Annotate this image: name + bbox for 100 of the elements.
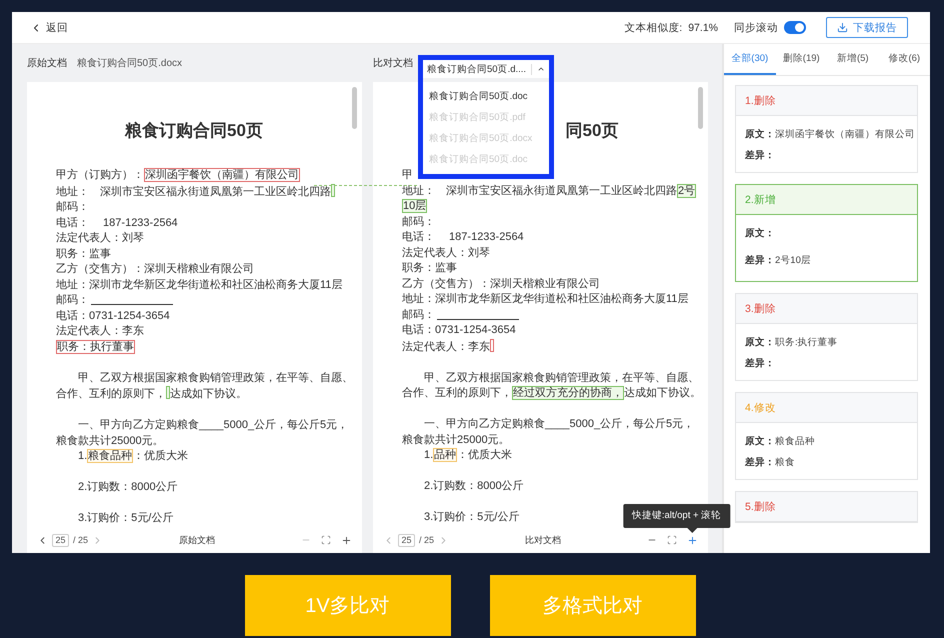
document-text: 地址：深圳市龙华新区龙华街道松和社区油松商务大厦11层: [402, 293, 688, 305]
fit-page-button[interactable]: [321, 535, 331, 545]
original-text: 深圳函宇餐饮（南疆）有限公司: [775, 128, 915, 141]
plus-icon: [341, 534, 352, 546]
tooltip-text: 快捷键:alt/opt + 滚轮: [622, 504, 730, 528]
diff-title: 2.新增: [745, 192, 776, 206]
document-text: 合作、互利的原则下，: [402, 387, 512, 399]
document-text: 3.订购价：5元/公斤: [424, 511, 520, 523]
file-name: 粮食订购合同50页.docx: [77, 56, 182, 70]
scrollbar[interactable]: [698, 87, 703, 129]
filter-tab[interactable]: 全部(30): [724, 44, 776, 75]
original-label: 原文：: [745, 435, 775, 448]
document-text: 粮食款共计25000元。: [402, 434, 510, 446]
document-text: 邮码：: [56, 201, 89, 213]
filter-tab[interactable]: 删除(19): [776, 44, 827, 75]
similarity-value: 97.1%: [688, 22, 718, 34]
added-text: 经过双方充分的协商，: [512, 386, 624, 400]
page-field[interactable]: 25: [52, 534, 69, 546]
dropdown-value: 粮食订购合同50页.d....: [427, 62, 526, 76]
original-label: 原文：: [745, 336, 775, 349]
pane-name: 比对文档: [524, 534, 562, 546]
difference-label: 差异：: [745, 254, 775, 267]
filter-tab[interactable]: 新增(5): [827, 44, 878, 75]
sync-label: 同步滚动: [734, 20, 778, 34]
original-text: 粮食品种: [775, 435, 815, 448]
diff-title: 3.删除: [745, 302, 776, 316]
difference-label: 差异：: [745, 456, 775, 469]
document-text: 3.订购价：5元/公斤: [78, 512, 174, 524]
document-text: 职务：监事: [402, 262, 457, 274]
changed-text: 品种: [433, 448, 458, 462]
fit-icon: [321, 535, 331, 545]
difference-text: 粮食: [775, 456, 795, 469]
difference-label: 差异：: [745, 149, 775, 162]
document-text: 电话： 187-1233-2564: [56, 216, 178, 228]
difference-label: 差异：: [745, 357, 775, 370]
document-text: 电话： 187-1233-2564: [402, 231, 524, 243]
zoom-in-button[interactable]: [341, 534, 352, 546]
original-label: 原文：: [745, 128, 775, 141]
document-text: 一、甲方向乙方定购粮食____5000_公斤，每公斤5元，: [424, 418, 694, 430]
page-total: / 25: [419, 535, 434, 545]
page-field[interactable]: 25: [398, 534, 415, 546]
similarity-label: 文本相似度:: [624, 20, 682, 34]
document-text: 法定代表人：李东: [56, 325, 144, 337]
document-text: 电话：0731-1254-3654: [402, 324, 516, 336]
plus-icon: [687, 534, 698, 546]
diff-card[interactable]: 3.删除 原文：职务:执行董事 差异：: [735, 293, 918, 381]
diff-card[interactable]: 4.修改 原文：粮食品种 差异：粮食: [735, 392, 918, 480]
dropdown-option[interactable]: 粮食订购合同50页.doc: [423, 86, 549, 107]
tooltip-arrow-icon: [688, 528, 698, 532]
diff-card[interactable]: 1.删除 原文：深圳函宇餐饮（南疆）有限公司 差异：: [735, 85, 918, 173]
document-text: 邮码：: [402, 308, 435, 320]
document-title: 粮食订购合同50页: [125, 121, 263, 140]
document-text: 一、甲方向乙方定购粮食____5000_公斤，每公斤5元，: [78, 419, 348, 431]
deleted-text: 深圳函宇餐饮（南疆）有限公司: [144, 168, 300, 182]
pane-label: 比对文档: [373, 56, 413, 70]
document-text: 邮码：: [402, 216, 435, 228]
document-text: 甲、乙双方根据国家粮食购销管理政策，在平等、自愿、: [424, 372, 699, 384]
document-text: 合作、互利的原则下，: [56, 388, 166, 400]
diff-card[interactable]: 2.新增 原文： 差异：2号10层: [735, 184, 918, 282]
diff-card[interactable]: 5.删除: [735, 491, 918, 523]
document-text: 地址： 深圳市宝安区福永街道凤凰第一工业区岭北四路: [56, 186, 331, 198]
download-icon: [837, 22, 848, 33]
document-text: 粮食款共计25000元。: [56, 434, 164, 446]
scrollbar[interactable]: [352, 87, 357, 129]
document-text: 1.: [78, 450, 88, 462]
document-text: 法定代表人：刘琴: [402, 246, 490, 258]
fit-icon: [667, 535, 677, 545]
document-text: 达成如下协议。: [170, 388, 247, 400]
document-text: 2.订购数：8000公斤: [424, 480, 524, 492]
deleted-text: 职务：执行董事: [56, 340, 135, 354]
document-text: 地址： 深圳市宝安区福永街道凤凰第一工业区岭北四路: [402, 184, 677, 196]
document-text: 邮码：: [56, 294, 89, 306]
document-text: ：优质大米: [133, 450, 188, 462]
document-text: 电话：0731-1254-3654: [56, 310, 170, 322]
diff-title: 1.删除: [745, 94, 776, 108]
filter-tab[interactable]: 修改(6): [878, 44, 930, 75]
added-text: 2号: [677, 184, 696, 198]
document-text: 法定代表人：李东: [402, 340, 490, 352]
document-text: 地址：深圳市龙华新区龙华街道松和社区油松商务大厦11层: [56, 278, 342, 290]
page-total: / 25: [73, 535, 88, 545]
document-text: 法定代表人：刘琴: [56, 232, 144, 244]
pane-name: 原始文档: [178, 534, 216, 546]
document-text: 乙方（交售方）：深圳天楷粮业有限公司: [402, 278, 600, 290]
document-text: ：优质大米: [457, 449, 512, 461]
document-text: 职务：监事: [56, 248, 111, 260]
sync-toggle[interactable]: [784, 21, 806, 34]
back-link[interactable]: 返回: [30, 20, 68, 34]
download-button[interactable]: 下载报告: [826, 17, 908, 38]
original-text: 职务:执行董事: [775, 336, 838, 349]
document-text: 甲、乙双方根据国家粮食购销管理政策，在平等、自愿、: [78, 372, 353, 384]
document-text: 2.订购数：8000公斤: [78, 481, 178, 493]
changed-text: 粮食品种: [87, 449, 134, 463]
pane-label: 原始文档: [27, 56, 67, 70]
fit-page-button[interactable]: [667, 535, 677, 545]
document-text: 乙方（交售方）：深圳天楷粮业有限公司: [56, 263, 254, 275]
document-title: 同50页: [566, 121, 618, 140]
document-text: 甲: [402, 169, 413, 181]
document-text: 甲方（订购方）：: [56, 169, 144, 181]
difference-text: 2号10层: [775, 254, 811, 267]
document-text: 达成如下协议。: [624, 387, 701, 399]
